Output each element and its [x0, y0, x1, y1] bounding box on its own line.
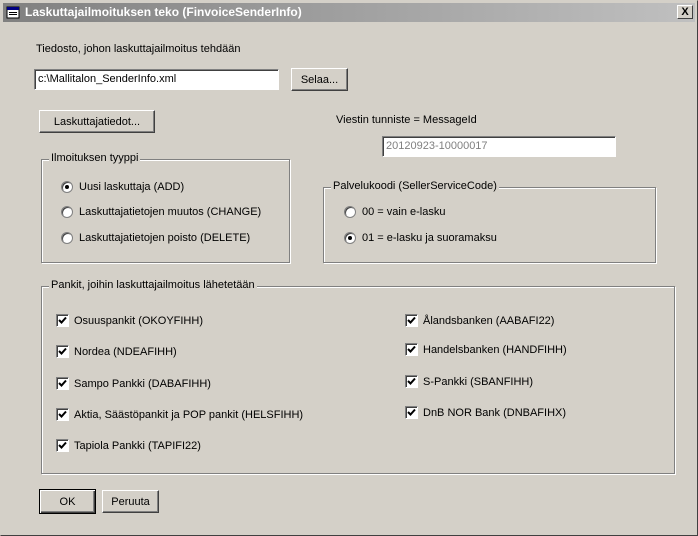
close-button[interactable]: X: [677, 5, 693, 19]
bank-checkbox-tapifi22[interactable]: Tapiola Pankki (TAPIFI22): [56, 439, 201, 452]
bank-checkbox-dabafihh[interactable]: Sampo Pankki (DABAFIHH): [56, 377, 211, 390]
radio-delete-indicator: [61, 232, 73, 244]
checkbox-indicator: [56, 314, 69, 327]
radio-service-00-indicator: [344, 206, 356, 218]
browse-button[interactable]: Selaa...: [291, 68, 348, 91]
bank-checkbox-handfihh[interactable]: Handelsbanken (HANDFIHH): [405, 343, 567, 356]
service-code-legend: Palvelukoodi (SellerServiceCode): [331, 180, 499, 192]
sender-details-label: Laskuttajatiedot...: [53, 115, 141, 128]
bank-label-okoyfihh: Osuuspankit (OKOYFIHH): [74, 314, 203, 327]
radio-change-label: Laskuttajatietojen muutos (CHANGE): [79, 206, 262, 218]
bank-label-dabafihh: Sampo Pankki (DABAFIHH): [74, 377, 211, 390]
checkbox-indicator: [56, 439, 69, 452]
checkbox-indicator: [56, 377, 69, 390]
file-label: Tiedosto, johon laskuttajailmoitus tehdä…: [36, 43, 241, 55]
window-title: Laskuttajailmoituksen teko (FinvoiceSend…: [25, 5, 302, 19]
bank-label-sbanfihh: S-Pankki (SBANFIHH): [423, 375, 534, 388]
message-id-value: 20120923-10000017: [386, 140, 488, 152]
checkbox-indicator: [56, 408, 69, 421]
service-code-group: Palvelukoodi (SellerServiceCode): [323, 180, 656, 263]
radio-delete-label: Laskuttajatietojen poisto (DELETE): [79, 232, 251, 244]
file-path-input[interactable]: c:\Mallitalon_SenderInfo.xml: [34, 69, 279, 90]
radio-service-01-indicator: [344, 232, 356, 244]
bank-checkbox-dnbafihx[interactable]: DnB NOR Bank (DNBAFIHX): [405, 406, 566, 419]
dialog-window: Laskuttajailmoituksen teko (FinvoiceSend…: [0, 0, 698, 536]
notice-type-legend: Ilmoituksen tyyppi: [49, 152, 141, 164]
check-icon: [58, 379, 67, 387]
browse-button-label: Selaa...: [300, 73, 339, 86]
check-icon: [407, 316, 416, 324]
check-icon: [58, 410, 67, 418]
bank-checkbox-aabafi22[interactable]: Ålandsbanken (AABAFI22): [405, 314, 554, 327]
check-icon: [407, 345, 416, 353]
check-icon: [58, 441, 67, 449]
app-icon: [6, 6, 20, 19]
bank-label-dnbafihx: DnB NOR Bank (DNBAFIHX): [423, 406, 567, 419]
bank-label-aabafi22: Ålandsbanken (AABAFI22): [423, 314, 555, 327]
bank-checkbox-okoyfihh[interactable]: Osuuspankit (OKOYFIHH): [56, 314, 203, 327]
checkbox-indicator: [405, 375, 418, 388]
radio-change-indicator: [61, 206, 73, 218]
radio-service-00-label: 00 = vain e-lasku: [362, 206, 446, 218]
radio-add[interactable]: Uusi laskuttaja (ADD): [61, 181, 184, 193]
message-id-label: Viestin tunniste = MessageId: [336, 114, 477, 126]
message-id-field: 20120923-10000017: [382, 136, 616, 157]
sender-details-button[interactable]: Laskuttajatiedot...: [39, 110, 155, 133]
title-bar[interactable]: Laskuttajailmoituksen teko (FinvoiceSend…: [3, 3, 695, 22]
bank-checkbox-sbanfihh[interactable]: S-Pankki (SBANFIHH): [405, 375, 533, 388]
checkbox-indicator: [405, 314, 418, 327]
radio-service-00[interactable]: 00 = vain e-lasku: [344, 206, 445, 218]
banks-legend: Pankit, joihin laskuttajailmoitus lähete…: [49, 279, 257, 291]
radio-delete[interactable]: Laskuttajatietojen poisto (DELETE): [61, 232, 250, 244]
bank-label-tapifi22: Tapiola Pankki (TAPIFI22): [74, 439, 201, 452]
cancel-button[interactable]: Peruuta: [102, 490, 159, 513]
radio-add-indicator: [61, 181, 73, 193]
checkbox-indicator: [56, 345, 69, 358]
bank-label-handfihh: Handelsbanken (HANDFIHH): [423, 343, 567, 356]
check-icon: [58, 347, 67, 355]
check-icon: [407, 377, 416, 385]
bank-label-ndeafihh: Nordea (NDEAFIHH): [74, 345, 177, 358]
bank-checkbox-ndeafihh[interactable]: Nordea (NDEAFIHH): [56, 345, 177, 358]
radio-service-01-label: 01 = e-lasku ja suoramaksu: [362, 232, 497, 244]
file-path-value: c:\Mallitalon_SenderInfo.xml: [38, 73, 177, 85]
radio-service-01[interactable]: 01 = e-lasku ja suoramaksu: [344, 232, 497, 244]
checkbox-indicator: [405, 406, 418, 419]
radio-add-label: Uusi laskuttaja (ADD): [79, 181, 185, 193]
cancel-button-label: Peruuta: [111, 495, 150, 508]
check-icon: [58, 316, 67, 324]
radio-change[interactable]: Laskuttajatietojen muutos (CHANGE): [61, 206, 261, 218]
checkbox-indicator: [405, 343, 418, 356]
ok-button-label: OK: [59, 495, 76, 508]
check-icon: [407, 408, 416, 416]
ok-button[interactable]: OK: [39, 489, 96, 514]
bank-label-helsfihh: Aktia, Säästöpankit ja POP pankit (HELSF…: [74, 408, 304, 421]
close-icon: X: [681, 6, 689, 18]
bank-checkbox-helsfihh[interactable]: Aktia, Säästöpankit ja POP pankit (HELSF…: [56, 408, 303, 421]
